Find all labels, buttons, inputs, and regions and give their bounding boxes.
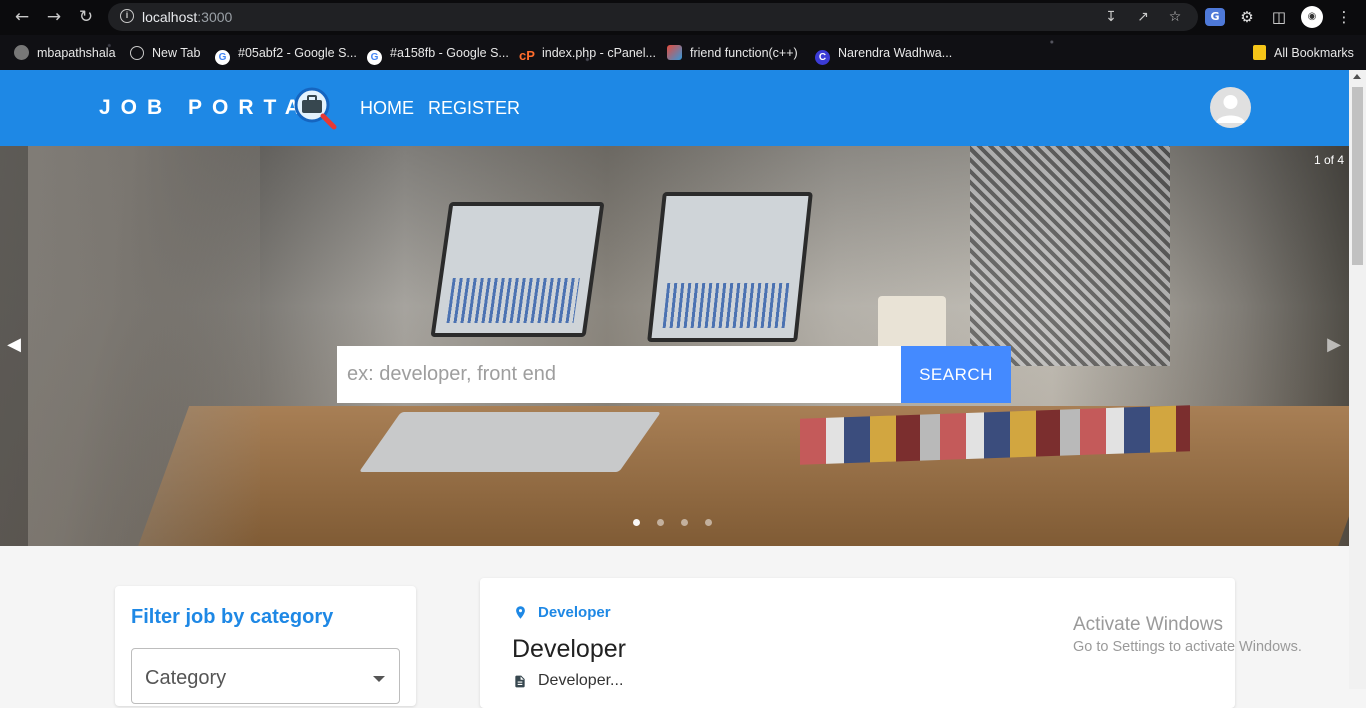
hero-image-person (0, 146, 260, 546)
url-host: localhost (142, 9, 198, 25)
bookmark-item[interactable]: New Tab (130, 44, 200, 62)
side-panel-icon[interactable]: ◫ (1268, 6, 1290, 28)
bookmark-label: mbapathshala (37, 46, 116, 60)
bookmark-item[interactable]: G #05abf2 - Google S... (215, 44, 357, 65)
mbapathshala-icon (14, 45, 29, 60)
bookmark-item[interactable]: G #a158fb - Google S... (367, 44, 509, 65)
address-url[interactable]: localhost:3000 (142, 9, 232, 25)
job-location-row: Developer (513, 604, 611, 621)
location-pin-icon (516, 606, 525, 619)
profile-avatar-icon[interactable]: ◉ (1301, 6, 1323, 28)
bookmark-label: New Tab (152, 46, 201, 60)
nav-register-link[interactable]: REGISTER (428, 98, 520, 119)
watermark-title: Activate Windows (1073, 614, 1223, 635)
carousel-dot[interactable] (657, 519, 664, 526)
scroll-up-arrow-icon[interactable] (1353, 74, 1361, 79)
hero-image-person (970, 146, 1170, 366)
carousel-dots (633, 519, 712, 526)
job-search-bar: SEARCH (337, 346, 1011, 403)
address-bar[interactable]: i localhost:3000 ↧ ↗ ☆ (108, 3, 1198, 31)
site-info-icon[interactable]: i (120, 9, 134, 23)
back-arrow-icon[interactable]: ← (11, 6, 33, 28)
nav-home-link[interactable]: HOME (360, 98, 414, 119)
bookmarks-bar: mbapathshala New Tab G #05abf2 - Google S… (0, 35, 1366, 70)
briefcase-search-logo-icon (294, 87, 337, 130)
google-icon: G (367, 50, 382, 65)
app-header: JOB PORTAL HOME REGISTER (0, 70, 1349, 146)
bookmark-item[interactable]: C Narendra Wadhwa... (815, 44, 953, 65)
job-description-row: Developer... (513, 672, 623, 690)
category-select-label: Category (145, 667, 227, 689)
hero-image-laptop (430, 202, 605, 337)
carousel-dot[interactable] (705, 519, 712, 526)
bookmark-label: friend function(c++) (690, 46, 798, 60)
category-select[interactable]: Category (131, 648, 400, 704)
extensions-puzzle-icon[interactable]: ⚙ (1236, 6, 1258, 28)
search-button[interactable]: SEARCH (901, 346, 1011, 403)
reload-icon[interactable]: ↻ (75, 6, 97, 28)
globe-icon (130, 46, 144, 60)
hero-image-laptop-base (358, 412, 662, 472)
install-app-icon[interactable]: ↧ (1102, 8, 1120, 26)
cpanel-icon: cP (519, 48, 535, 63)
carousel-prev-icon[interactable]: ◀ (6, 334, 22, 356)
carousel-dot[interactable] (633, 519, 640, 526)
watermark-subtitle: Go to Settings to activate Windows. (1073, 639, 1302, 655)
user-avatar-icon[interactable] (1210, 87, 1251, 128)
job-search-input[interactable] (337, 346, 901, 403)
share-icon[interactable]: ↗ (1134, 8, 1152, 26)
job-description: Developer... (538, 672, 624, 689)
all-bookmarks[interactable]: All Bookmarks (1253, 44, 1354, 62)
activate-windows-watermark: Activate Windows Go to Settings to activ… (1073, 614, 1302, 655)
scrollbar-thumb[interactable] (1352, 87, 1363, 265)
all-bookmarks-label: All Bookmarks (1274, 46, 1354, 60)
slide-counter: 1 of 4 (1313, 153, 1344, 167)
google-icon: G (215, 50, 230, 65)
browser-toolbar: ← → ↻ i localhost:3000 ↧ ↗ ☆ G ⚙ ◫ ◉ ⋮ (0, 0, 1366, 35)
filter-card: Filter job by category Category (115, 586, 416, 706)
job-title[interactable]: Developer (512, 635, 626, 664)
bookmark-item[interactable]: cP index.php - cPanel... (519, 44, 656, 63)
carousel-next-icon[interactable]: ▶ (1326, 334, 1342, 356)
forward-arrow-icon[interactable]: → (43, 6, 65, 28)
hero-carousel: ◀ ▶ 1 of 4 SEARCH (0, 146, 1349, 546)
menu-kebab-icon[interactable]: ⋮ (1333, 6, 1355, 28)
job-location: Developer (538, 604, 611, 621)
filter-title: Filter job by category (131, 606, 334, 628)
c-logo-icon: C (815, 50, 830, 65)
bookmark-item[interactable]: mbapathshala (14, 44, 116, 62)
bookmark-label: #05abf2 - Google S... (238, 46, 357, 60)
bookmark-item[interactable]: friend function(c++) (667, 44, 798, 62)
bookmark-star-icon[interactable]: ☆ (1166, 8, 1184, 26)
bookmark-label: Narendra Wadhwa... (838, 46, 953, 60)
bookmark-favicon-icon (667, 45, 682, 60)
caret-down-icon (373, 676, 385, 682)
google-translate-extension-icon[interactable]: G (1205, 8, 1225, 26)
description-doc-icon (515, 675, 525, 687)
bookmark-label: #a158fb - Google S... (390, 46, 509, 60)
bookmark-label: index.php - cPanel... (542, 46, 656, 60)
hero-image-laptop (647, 192, 813, 342)
folder-icon (1253, 45, 1266, 60)
page-scrollbar[interactable] (1349, 70, 1366, 689)
url-port: :3000 (197, 9, 233, 25)
carousel-dot[interactable] (681, 519, 688, 526)
